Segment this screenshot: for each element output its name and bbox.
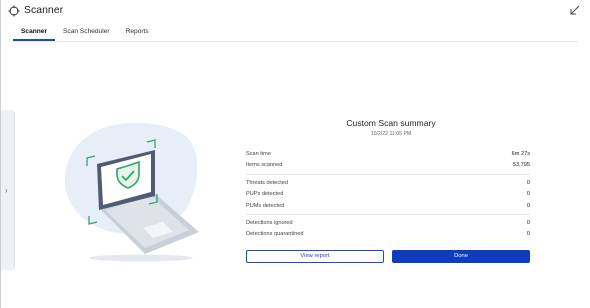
laptop-shield-illustration — [64, 122, 199, 262]
row-detections-ignored: Detections ignored 0 — [246, 218, 530, 229]
title-bar: Scanner — [1, 0, 590, 22]
collapse-arrow-icon[interactable] — [569, 5, 580, 16]
tab-scanner[interactable]: Scanner — [13, 26, 56, 41]
row-value: 6m 27s — [511, 151, 530, 157]
crosshair-icon — [8, 5, 20, 17]
row-value: 0 — [526, 179, 530, 186]
tab-bar: Scanner Scan Scheduler Reports — [13, 26, 157, 42]
scanner-window: Scanner Scanner Scan Scheduler Reports ›… — [0, 0, 590, 308]
done-button[interactable]: Done — [392, 250, 530, 263]
row-label: Detections quarantined — [246, 231, 304, 238]
row-value: 0 — [526, 231, 530, 238]
summary-date: 10/2/22 11:05 PM — [370, 131, 412, 137]
tab-reports[interactable]: Reports — [118, 26, 157, 40]
tab-divider — [13, 41, 578, 42]
row-detections-quarantined: Detections quarantined 0 — [246, 229, 530, 240]
divider — [246, 213, 530, 215]
side-panel-toggle[interactable]: › — [1, 110, 15, 270]
row-value: 53,795 — [512, 162, 530, 169]
row-label: PUPs detected — [246, 191, 284, 198]
row-value: 0 — [526, 219, 530, 226]
scan-summary: Custom Scan summary 10/2/22 11:05 PM Sca… — [246, 118, 530, 241]
row-value: 0 — [526, 202, 530, 209]
row-items-scanned: Items scanned 53,795 — [246, 160, 530, 171]
action-buttons: View report Done — [246, 250, 530, 263]
row-pups-detected: PUPs detected 0 — [246, 189, 530, 200]
divider — [246, 173, 530, 175]
row-label: PUMs detected — [246, 202, 285, 209]
row-threats-detected: Threats detected 0 — [246, 178, 530, 189]
row-label: Items scanned — [246, 162, 283, 169]
chevron-right-icon: › — [5, 186, 8, 195]
row-scan-time: Scan time 6m 27s — [246, 149, 530, 160]
summary-title: Custom Scan summary — [346, 118, 436, 128]
row-label: Detections ignored — [246, 219, 293, 226]
window-title: Scanner — [24, 4, 64, 16]
row-label: Threats detected — [246, 179, 288, 186]
view-report-button[interactable]: View report — [246, 250, 384, 263]
row-pums-detected: PUMs detected 0 — [246, 201, 530, 212]
summary-rows: Scan time 6m 27s Items scanned 53,795 Th… — [246, 149, 530, 241]
row-label: Scan time — [246, 151, 271, 157]
tab-scan-scheduler[interactable]: Scan Scheduler — [55, 26, 118, 40]
row-value: 0 — [526, 191, 530, 198]
